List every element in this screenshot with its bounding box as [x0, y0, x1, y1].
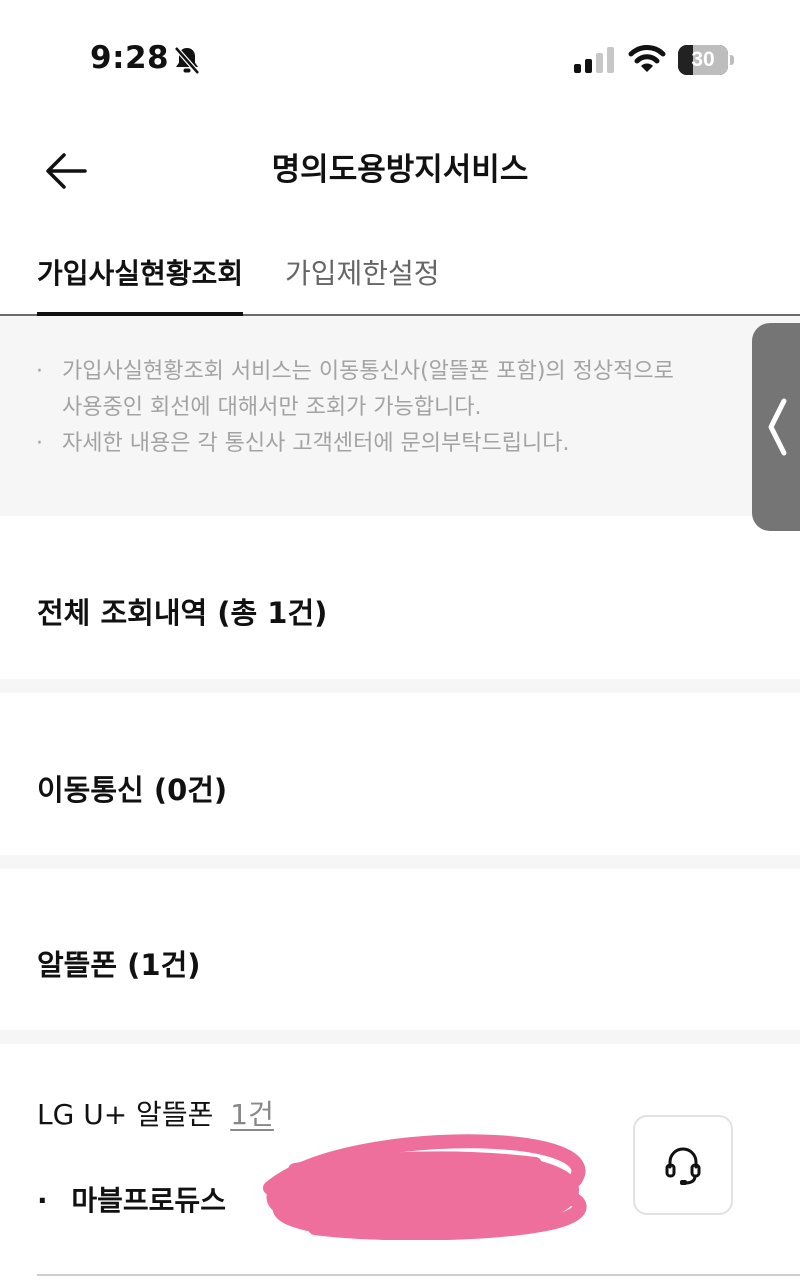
- section-divider: [0, 679, 800, 693]
- brand-bullet: ·: [37, 1184, 48, 1217]
- redaction-scribble: [263, 1134, 587, 1240]
- total-history-title: 전체 조회내역 (총 1건): [37, 596, 328, 630]
- notice-text: 자세한 내용은 각 통신사 고객센터에 문의부탁드립니다.: [62, 431, 570, 456]
- battery-level: 30: [691, 48, 715, 71]
- bell-slash-icon: [174, 46, 200, 75]
- notice-text: 가입사실현황조회 서비스는 이동통신사(알뜰폰 포함)의 정상적으로 사용중인 …: [62, 359, 674, 420]
- brand-name: 마블프로듀스: [71, 1184, 226, 1217]
- battery-tip: [730, 55, 734, 65]
- notice-bullet: ·: [36, 431, 43, 456]
- bottom-divider: [37, 1274, 800, 1276]
- tab-subscription-status[interactable]: 가입사실현황조회: [37, 252, 244, 320]
- headset-icon: [665, 1147, 701, 1185]
- section-divider: [0, 855, 800, 869]
- customer-support-button[interactable]: [633, 1115, 733, 1215]
- notice-box: · 가입사실현황조회 서비스는 이동통신사(알뜰폰 포함)의 정상적으로 사용중…: [0, 316, 800, 502]
- side-panel-handle[interactable]: [752, 323, 800, 531]
- status-bar: 9:28 30: [0, 0, 800, 120]
- brand-row: · 마블프로듀스: [37, 1181, 226, 1221]
- carrier-count-link[interactable]: 1건: [230, 1098, 274, 1131]
- mobile-carrier-title: 이동통신 (0건): [37, 773, 228, 807]
- tab-bar: 가입사실현황조회 가입제한설정: [0, 240, 800, 320]
- battery-body: 30: [678, 45, 728, 75]
- battery-icon: 30: [678, 45, 734, 75]
- section-divider: [0, 1030, 800, 1044]
- carrier-name: LG U+ 알뜰폰: [37, 1098, 214, 1131]
- notice-bullet: ·: [36, 359, 43, 384]
- status-time: 9:28: [90, 40, 170, 76]
- chevron-left-icon: [768, 398, 787, 456]
- page-title: 명의도용방지서비스: [271, 152, 529, 188]
- mvno-title: 알뜰폰 (1건): [37, 948, 201, 982]
- section-divider: [0, 502, 800, 516]
- cellular-signal-icon: [574, 47, 614, 73]
- wifi-icon: [628, 45, 666, 72]
- tab-subscription-restriction[interactable]: 가입제한설정: [285, 252, 440, 296]
- carrier-line: LG U+ 알뜰폰 1건: [37, 1095, 274, 1135]
